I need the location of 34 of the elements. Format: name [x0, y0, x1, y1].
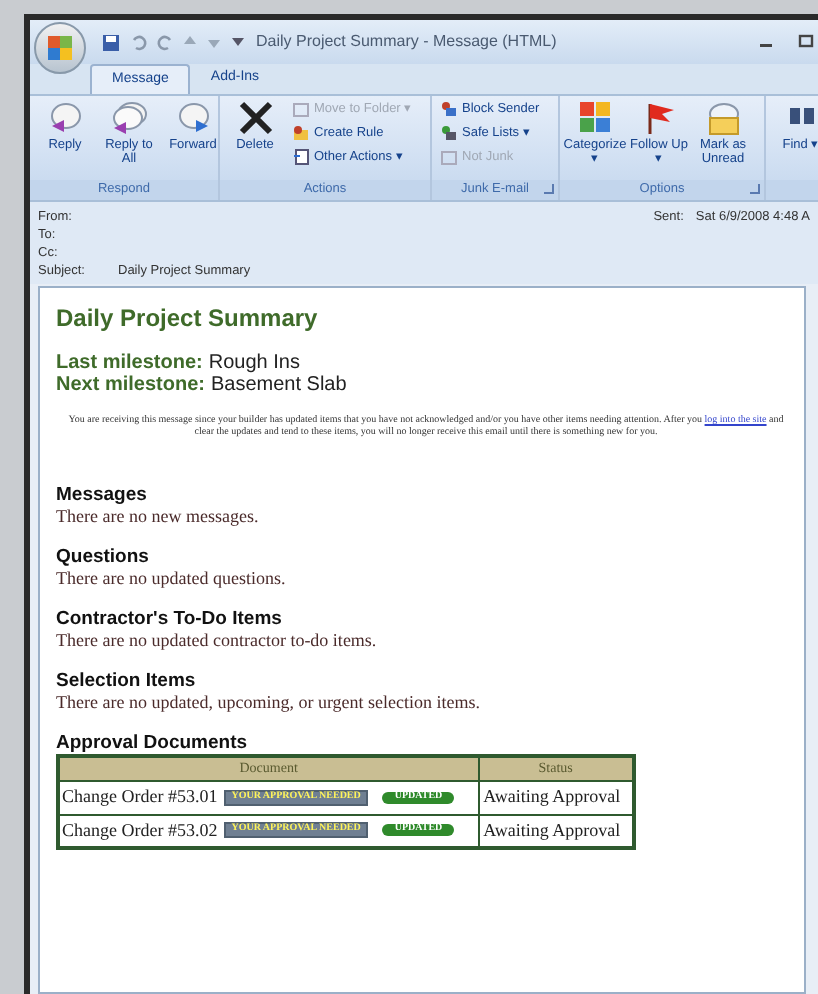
dialog-launcher-icon[interactable] [544, 184, 554, 194]
section-heading: Questions [56, 546, 151, 568]
window-title: Daily Project Summary - Message (HTML) [256, 30, 557, 54]
redo-icon[interactable] [156, 33, 174, 51]
color-grid-icon [575, 100, 615, 136]
milestone-label: Next milestone: [56, 374, 205, 396]
page-icon [292, 147, 310, 166]
milestone-value: Basement Slab [210, 374, 347, 396]
section-heading: Messages [56, 484, 149, 506]
undo-icon[interactable] [130, 33, 148, 51]
save-icon[interactable] [102, 33, 120, 51]
maximize-icon[interactable] [798, 34, 814, 50]
delete-icon [235, 100, 275, 136]
section-heading: Selection Items [56, 670, 198, 692]
section-text: There are no updated, upcoming, or urgent selection items. [56, 692, 483, 712]
office-button[interactable] [34, 22, 86, 74]
reply-all-icon [109, 100, 149, 136]
section-text: There are no new messages. [56, 506, 261, 526]
section-heading: Approval Documents [56, 732, 250, 754]
dialog-launcher-icon[interactable] [750, 184, 760, 194]
milestone-value: Rough Ins [208, 352, 300, 374]
section-heading: Contractor's To-Do Items [56, 608, 284, 630]
down-arrow-icon[interactable] [206, 34, 222, 50]
document-name: Change Order #53.02 [62, 817, 218, 844]
reply-icon [45, 100, 85, 136]
office-logo-icon [46, 34, 74, 62]
up-arrow-icon[interactable] [182, 34, 198, 50]
customize-icon[interactable] [232, 36, 244, 48]
forward-icon [173, 100, 213, 136]
document-name: Change Order #53.01 [62, 783, 218, 810]
section-text: There are no updated questions. [56, 568, 288, 588]
milestone-label: Last milestone: [56, 352, 203, 374]
section-text: There are no updated contractor to-do items. [56, 630, 379, 650]
email-title: Daily Project Summary [56, 302, 320, 336]
